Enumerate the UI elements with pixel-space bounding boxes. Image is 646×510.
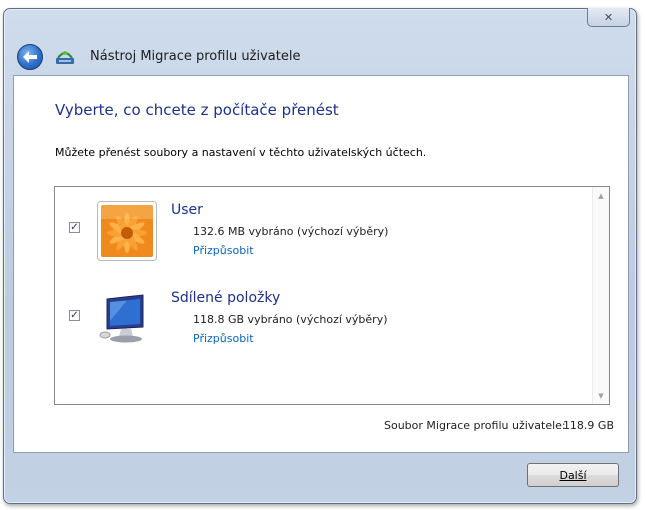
next-button-label: Další [559, 468, 587, 482]
account-row-user: ✓ User 132.6 MB vybráno (výchozí výběry)… [55, 195, 585, 275]
account-checkbox-shared[interactable]: ✓ [69, 310, 80, 321]
next-button[interactable]: Další [527, 463, 619, 487]
close-button[interactable]: ✕ [587, 8, 630, 27]
checkmark-icon: ✓ [70, 221, 79, 233]
accounts-list[interactable]: ✓ User 132.6 MB vybráno (výchozí výběry)… [54, 186, 610, 405]
customize-link-user[interactable]: Přizpůsobit [193, 244, 254, 257]
account-size-shared: 118.8 GB vybráno (výchozí výběry) [193, 313, 388, 326]
content-panel: Vyberte, co chcete z počítače přenést Mů… [13, 75, 629, 453]
checkmark-icon: ✓ [70, 309, 79, 321]
close-icon: ✕ [603, 10, 614, 24]
shared-items-computer-icon [99, 294, 144, 343]
back-button[interactable] [17, 44, 43, 70]
scroll-up-arrow-icon[interactable]: ▲ [593, 187, 609, 204]
migration-window: ✕ Nástroj Migrace profilu uživatele Vybe… [3, 8, 637, 504]
scroll-down-arrow-icon[interactable]: ▼ [593, 387, 609, 404]
account-name-shared: Sdílené položky [171, 290, 281, 306]
back-arrow-icon [23, 51, 37, 63]
user-flower-picture-icon [97, 201, 157, 261]
total-size-label: Soubor Migrace profilu uživatele: [384, 419, 566, 432]
window-title: Nástroj Migrace profilu uživatele [90, 49, 301, 64]
account-checkbox-user[interactable]: ✓ [69, 222, 80, 233]
list-scrollbar[interactable]: ▲ ▼ [592, 187, 609, 404]
account-row-shared: ✓ Sdílené položky 118.8 GB vybráno (vých… [55, 283, 585, 363]
migration-tool-icon [56, 51, 74, 64]
total-size-value: 118.9 GB [562, 419, 614, 432]
account-size-user: 132.6 MB vybráno (výchozí výběry) [193, 225, 389, 238]
intro-text: Můžete přenést soubory a nastavení v těc… [55, 146, 427, 159]
account-name-user: User [171, 202, 203, 218]
customize-link-shared[interactable]: Přizpůsobit [193, 332, 254, 345]
page-heading: Vyberte, co chcete z počítače přenést [55, 101, 339, 119]
